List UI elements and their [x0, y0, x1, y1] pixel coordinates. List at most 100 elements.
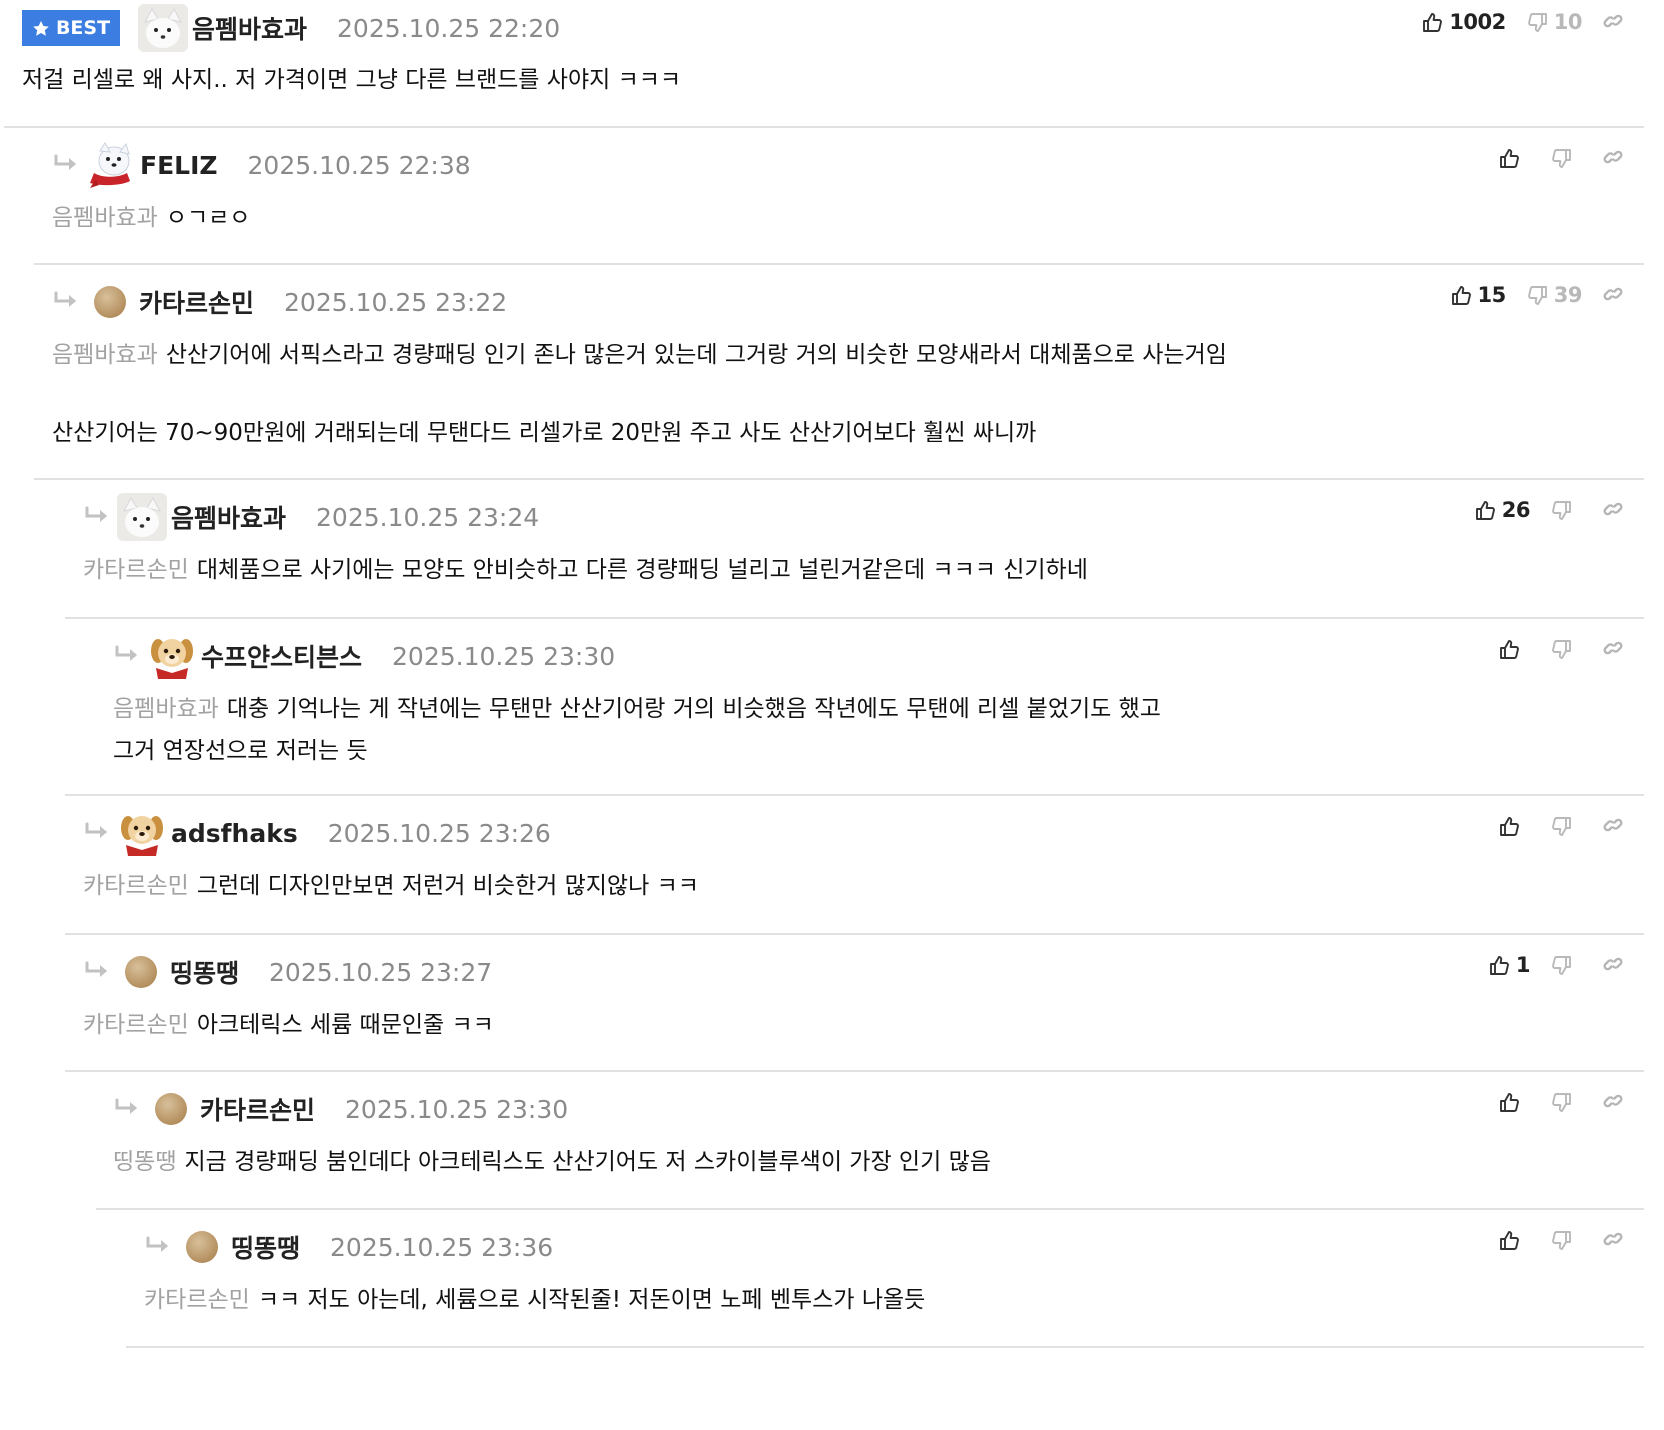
timestamp: 2025.10.25 23:36: [330, 1232, 554, 1262]
nickname[interactable]: 띵똥땡: [170, 954, 239, 990]
avatar[interactable]: [125, 956, 157, 988]
comment-header: 음펨바효과 2025.10.25 23:24: [83, 493, 539, 541]
comment-actions: 1: [1488, 945, 1626, 985]
upvote-button[interactable]: 1: [1488, 953, 1531, 977]
reply-comment: adsfhaks 2025.10.25 23:26 카타르손민 그런데 디자인만보면 …: [65, 796, 1644, 935]
copy-link-button[interactable]: [1602, 1228, 1626, 1252]
avatar[interactable]: [94, 286, 126, 318]
upvote-count: 1002: [1449, 10, 1506, 34]
comment-text: 아크테릭스 세륨 때문인줄 ㅋㅋ: [196, 1012, 494, 1038]
mention-link[interactable]: 띵똥땡: [113, 1149, 176, 1175]
thumbs-down-icon: [1552, 816, 1571, 836]
comment-text: ㅇㄱㄹㅇ: [165, 205, 251, 231]
upvote-button[interactable]: [1498, 1091, 1526, 1114]
comment-text: ㅋㅋ 저도 아는데, 세륨으로 시작된줄! 저돈이면 노페 벤투스가 나올듯: [257, 1287, 926, 1313]
comment-body: 저걸 리셀로 왜 사지.. 저 가격이면 그냥 다른 브랜드를 사야지 ㅋㅋㅋ: [22, 59, 681, 101]
comment-text: 그거 연장선으로 저러는 듯: [113, 738, 368, 764]
comment-text: 저걸 리셀로 왜 사지.. 저 가격이면 그냥 다른 브랜드를 사야지 ㅋㅋㅋ: [22, 67, 682, 93]
copy-link-button[interactable]: [1602, 146, 1626, 170]
thumbs-up-icon: [1500, 1230, 1519, 1250]
comment-actions: 15 39: [1450, 275, 1626, 315]
avatar[interactable]: [147, 632, 197, 680]
mention-link[interactable]: 음펨바효과: [113, 696, 219, 722]
downvote-button[interactable]: [1550, 954, 1578, 977]
mention-link[interactable]: 음펨바효과: [52, 342, 158, 368]
thumbs-up-icon: [1475, 500, 1495, 520]
mention-link[interactable]: 카타르손민: [83, 1012, 189, 1038]
avatar[interactable]: [155, 1093, 187, 1125]
downvote-button[interactable]: [1550, 499, 1578, 522]
mention-link[interactable]: 카타르손민: [83, 873, 189, 899]
nickname[interactable]: 카타르손민: [200, 1091, 315, 1127]
mention-link[interactable]: 카타르손민: [83, 557, 189, 583]
comment-body: 띵똥땡 지금 경량패딩 붐인데다 아크테릭스도 산산기어도 저 스카이블루색이 가…: [113, 1141, 991, 1183]
thumbs-up-icon: [1489, 955, 1509, 975]
thumbs-up-icon: [1451, 285, 1471, 305]
upvote-button[interactable]: [1498, 1229, 1526, 1252]
avatar[interactable]: [138, 4, 188, 52]
downvote-button[interactable]: [1550, 815, 1578, 838]
copy-link-button[interactable]: [1602, 1090, 1626, 1114]
reply-comment: 음펨바효과 2025.10.25 23:24 26 카타르손민 대체품으로 사기에는 모…: [65, 480, 1644, 619]
copy-link-button[interactable]: [1602, 498, 1626, 522]
link-icon: [1603, 957, 1623, 971]
reply-arrow-icon: [83, 961, 113, 983]
avatar[interactable]: [86, 141, 136, 189]
link-icon: [1603, 818, 1623, 832]
copy-link-button[interactable]: [1602, 953, 1626, 977]
comment-line: 그거 연장선으로 저러는 듯: [113, 730, 1161, 772]
comment-header: 띵똥땡 2025.10.25 23:36: [144, 1223, 553, 1271]
mention-link[interactable]: 음펨바효과: [52, 205, 158, 231]
nickname[interactable]: adsfhaks: [171, 819, 298, 848]
thumbs-up-icon: [1500, 1092, 1519, 1112]
avatar[interactable]: [186, 1231, 218, 1263]
downvote-button[interactable]: [1550, 147, 1578, 170]
downvote-button[interactable]: [1550, 1229, 1578, 1252]
nickname[interactable]: 수프얀스티븐스: [201, 638, 362, 674]
comment-line: 산산기어는 70~90만원에 거래되는데 무탠다드 리셀가로 20만원 주고 사…: [52, 412, 1227, 454]
comment-header: 수프얀스티븐스 2025.10.25 23:30: [113, 632, 615, 680]
mention-link[interactable]: 카타르손민: [144, 1287, 250, 1313]
copy-link-button[interactable]: [1602, 10, 1626, 34]
copy-link-button[interactable]: [1602, 814, 1626, 838]
comment-body: 카타르손민 ㅋㅋ 저도 아는데, 세륨으로 시작된줄! 저돈이면 노페 벤투스가 …: [144, 1279, 925, 1321]
upvote-button[interactable]: 26: [1474, 498, 1531, 522]
timestamp: 2025.10.25 22:38: [247, 150, 471, 180]
comment-line: 음펨바효과 ㅇㄱㄹㅇ: [52, 197, 250, 239]
thumbs-up-icon: [1423, 12, 1443, 32]
link-icon: [1603, 502, 1623, 516]
downvote-button[interactable]: [1550, 638, 1578, 661]
avatar[interactable]: [117, 809, 167, 857]
nickname[interactable]: 띵똥땡: [231, 1229, 300, 1265]
reply-arrow-icon: [113, 645, 143, 667]
copy-link-button[interactable]: [1602, 637, 1626, 661]
upvote-button[interactable]: 1002: [1421, 10, 1506, 34]
upvote-button[interactable]: [1498, 638, 1526, 661]
comment-body: 카타르손민 대체품으로 사기에는 모양도 안비슷하고 다른 경량패딩 널리고 널린…: [83, 549, 1088, 591]
thumbs-down-icon: [1552, 1092, 1571, 1112]
divider: [126, 1346, 1644, 1348]
downvote-count: 10: [1553, 10, 1583, 34]
upvote-button[interactable]: [1498, 147, 1526, 170]
link-icon: [1603, 287, 1623, 301]
thumbs-down-icon: [1527, 285, 1547, 305]
copy-link-button[interactable]: [1602, 283, 1626, 307]
nickname[interactable]: FELIZ: [140, 151, 218, 180]
nickname[interactable]: 음펨바효과: [171, 499, 286, 535]
comment-text: 지금 경량패딩 붐인데다 아크테릭스도 산산기어도 저 스카이블루색이 가장 인…: [184, 1149, 991, 1175]
downvote-button[interactable]: [1550, 1091, 1578, 1114]
nickname[interactable]: 음펨바효과: [192, 10, 307, 46]
upvote-button[interactable]: 15: [1450, 283, 1506, 307]
comment-line: 카타르손민 그런데 디자인만보면 저런거 비슷한거 많지않나 ㅋㅋ: [83, 865, 699, 907]
downvote-button[interactable]: 39: [1526, 283, 1583, 307]
downvote-count: 39: [1553, 283, 1583, 307]
downvote-button[interactable]: 10: [1526, 10, 1583, 34]
comment-header: FELIZ 2025.10.25 22:38: [52, 141, 471, 189]
link-icon: [1603, 1232, 1623, 1246]
timestamp: 2025.10.25 23:27: [269, 957, 493, 987]
reply-comment: 카타르손민 2025.10.25 23:30 띵똥땡 지금 경량패딩 붐인데다 아크테…: [96, 1072, 1644, 1210]
upvote-button[interactable]: [1498, 815, 1526, 838]
avatar[interactable]: [117, 493, 167, 541]
nickname[interactable]: 카타르손민: [139, 284, 254, 320]
link-icon: [1603, 641, 1623, 655]
